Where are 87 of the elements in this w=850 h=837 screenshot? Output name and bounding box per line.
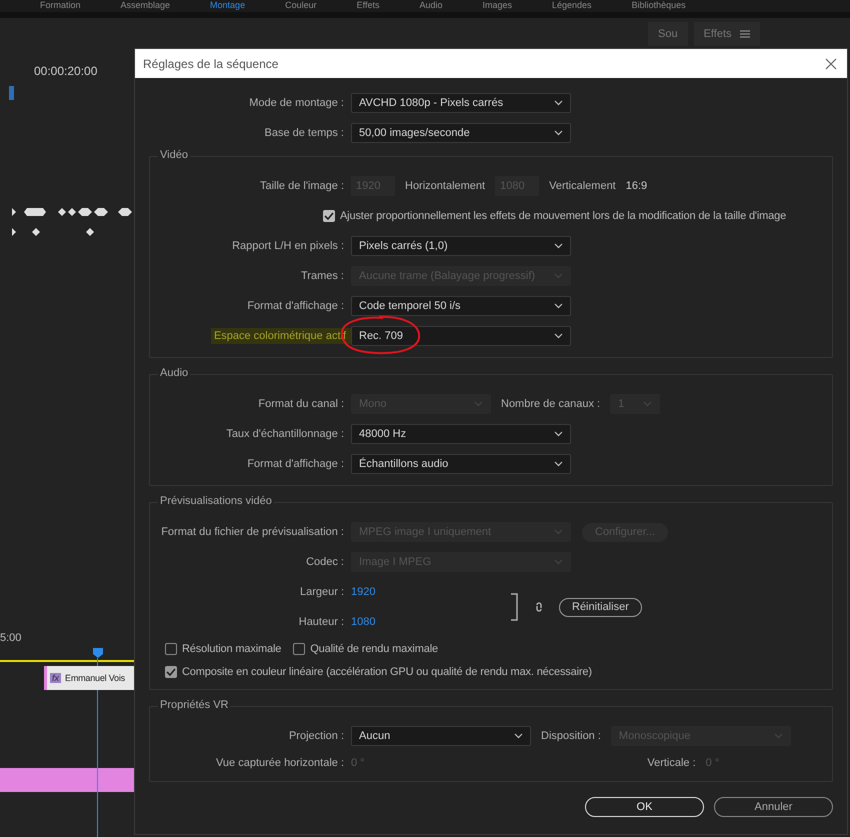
group-title: Audio (158, 367, 190, 379)
caret-icon (554, 100, 563, 106)
caret-icon (554, 559, 563, 565)
dropdown[interactable]: Rec. 709 (351, 326, 571, 346)
field-label: Largeur : (298, 586, 345, 598)
checkbox-label: Résolution maximale (182, 642, 282, 654)
dialog-button[interactable]: OK (585, 797, 704, 817)
caret-icon (774, 733, 783, 739)
checkbox-label: Composite en couleur linéaire (accélération GPU ou qualité de rendu max. nécessaire) (182, 666, 592, 678)
workspace-tab[interactable]: Effets (356, 0, 380, 12)
field-label: Codec : (306, 556, 345, 568)
fx-badge: fx (50, 673, 62, 683)
caret-icon (474, 401, 483, 407)
field-label: Trames : (301, 270, 345, 282)
field-label: Format d'affichage : (247, 458, 345, 470)
caret-icon (554, 529, 563, 535)
group-title: Propriétés VR (158, 699, 230, 711)
field-label: Hauteur : (298, 616, 345, 628)
panel-tab[interactable]: Effets (694, 22, 760, 46)
dropdown[interactable]: 50,00 images/seconde (351, 123, 571, 143)
workspace-tab[interactable]: Audio (419, 0, 442, 12)
workspace-tab[interactable]: Formation (40, 0, 81, 12)
field-label: Base de temps : (264, 127, 345, 139)
dialog-button[interactable]: Annuler (714, 797, 833, 817)
dropdown[interactable]: Aucun (351, 726, 531, 746)
workspace-tab[interactable]: Montage (210, 0, 246, 12)
caret-icon (554, 333, 563, 339)
caret-icon (554, 243, 563, 249)
field-label: Disposition : (540, 730, 602, 742)
dropdown[interactable]: Pixels carrés (1,0) (351, 236, 571, 256)
field-label: Verticale : (646, 757, 697, 769)
field-label: Mode de montage : (249, 97, 345, 109)
workspace-tab[interactable]: Bibliothèques (632, 0, 686, 12)
caret-icon (514, 733, 523, 739)
field-label: Projection : (288, 730, 345, 742)
caret-icon (554, 431, 563, 437)
close-icon (825, 58, 837, 70)
workspace-tab[interactable]: Assemblage (120, 0, 170, 12)
checkmark-icon (166, 668, 176, 676)
dropdown[interactable]: AVCHD 1080p - Pixels carrés (351, 93, 571, 113)
aspect-ratio: 16:9 (626, 180, 648, 192)
checkbox-label: Ajuster proportionnellement les effets de mouvement lors de la modification de la taille d'image (340, 210, 786, 222)
clip-name: Emmanuel Vois (65, 673, 125, 683)
field-label: Rapport L/H en pixels : (232, 240, 345, 252)
bracket-icon (511, 593, 519, 621)
playhead-line[interactable] (97, 658, 98, 837)
workspace-tab[interactable]: Images (482, 0, 512, 12)
workspace-tab[interactable]: Couleur (285, 0, 317, 12)
field-label: Nombre de canaux : (500, 398, 602, 410)
field-label: Taille de l'image : (258, 180, 345, 192)
field-label: Horizontalement (404, 180, 486, 192)
panel-tab[interactable]: Sou (648, 22, 688, 46)
video-clip[interactable]: fx Emmanuel Vois (44, 666, 134, 690)
width-value[interactable]: 1920 (351, 586, 511, 598)
close-button[interactable] (823, 56, 839, 72)
field-label: Taux d'échantillonnage : (226, 428, 345, 440)
link-icon (535, 600, 543, 614)
caret-icon (554, 273, 563, 279)
checkbox[interactable] (165, 666, 177, 678)
dropdown[interactable]: Échantillons audio (351, 454, 571, 474)
field-label: Vue capturée horizontale : (214, 757, 345, 769)
audio-clip[interactable] (0, 768, 134, 792)
ruler-time: 5:00 (0, 632, 22, 644)
workspace-tab[interactable]: Légendes (552, 0, 592, 12)
checkmark-icon (324, 212, 334, 220)
timecode-label: 00:00:20:00 (34, 64, 98, 78)
playhead-marker (9, 86, 14, 100)
field-label: Format du fichier de prévisualisation : (160, 526, 345, 538)
checkbox[interactable] (293, 642, 306, 654)
dropdown[interactable]: 48000 Hz (351, 424, 571, 444)
group-title: Vidéo (158, 149, 190, 161)
dropdown[interactable]: Code temporel 50 i/s (351, 296, 571, 316)
checkbox-label: Qualité de rendu maximale (310, 642, 438, 654)
field-label: Format d'affichage : (247, 300, 345, 312)
caret-icon (554, 461, 563, 467)
caret-icon (554, 130, 563, 136)
reset-button[interactable]: Réinitialiser (559, 598, 642, 616)
height-value[interactable]: 1080 (351, 616, 511, 628)
checkbox[interactable] (323, 210, 335, 222)
window-title: Réglages de la séquence (143, 56, 278, 70)
field-label: Verticalement (548, 180, 617, 192)
playhead-handle (93, 648, 103, 658)
field-label: Format du canal : (257, 398, 345, 410)
caret-icon (554, 303, 563, 309)
checkbox[interactable] (165, 642, 177, 654)
group-title: Prévisualisations vidéo (158, 495, 274, 507)
caret-icon (643, 401, 652, 407)
